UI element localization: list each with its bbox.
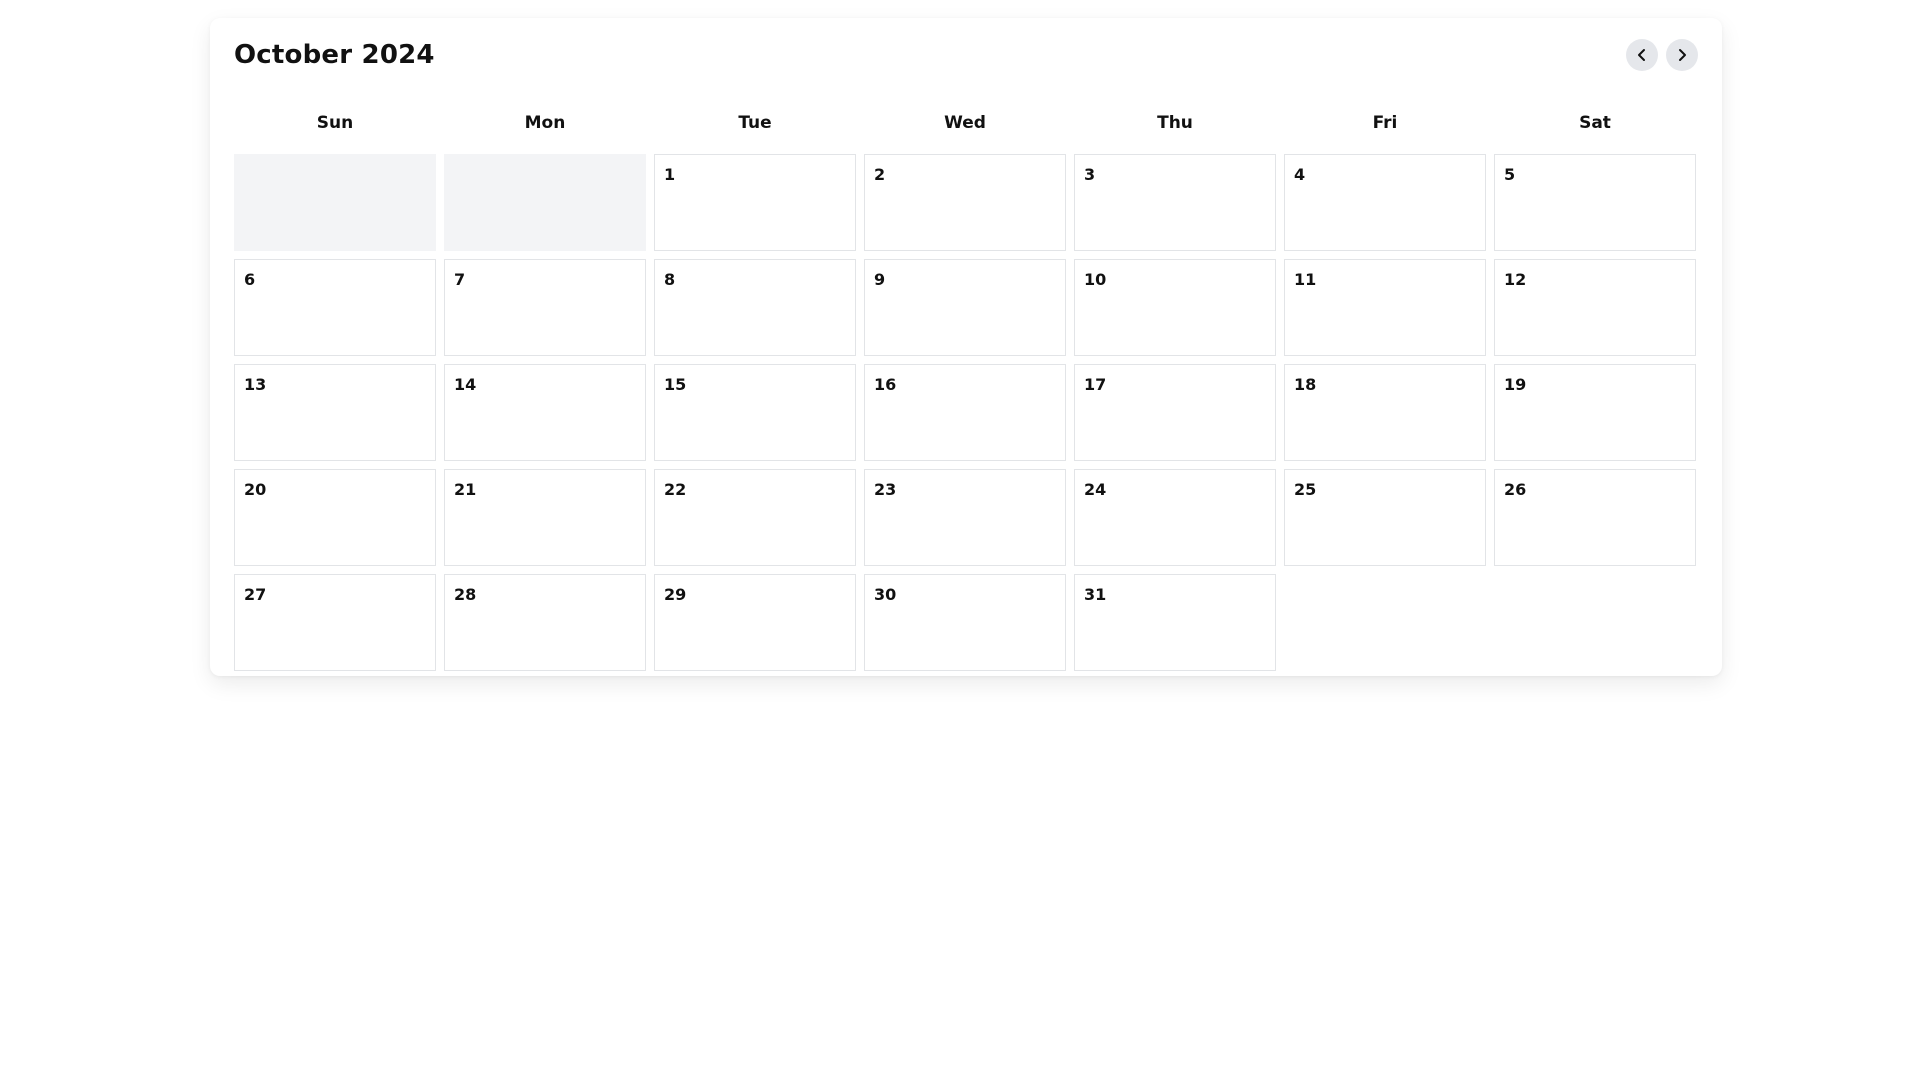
day-cell[interactable]: 25 <box>1284 469 1486 566</box>
day-cell[interactable]: 23 <box>864 469 1066 566</box>
day-number: 15 <box>664 375 687 394</box>
day-cell[interactable]: 12 <box>1494 259 1696 356</box>
day-cell[interactable]: 14 <box>444 364 646 461</box>
day-number: 10 <box>1084 270 1107 289</box>
day-cell[interactable]: 6 <box>234 259 436 356</box>
day-cell[interactable]: 4 <box>1284 154 1486 251</box>
weekday-header-row: Sun Mon Tue Wed Thu Fri Sat <box>234 92 1698 154</box>
day-cell[interactable]: 18 <box>1284 364 1486 461</box>
day-cell[interactable]: 21 <box>444 469 646 566</box>
day-cell[interactable]: 19 <box>1494 364 1696 461</box>
chevron-left-icon <box>1635 48 1649 62</box>
day-number: 14 <box>454 375 477 394</box>
day-cell[interactable]: 24 <box>1074 469 1276 566</box>
day-cell[interactable]: 28 <box>444 574 646 671</box>
day-cell[interactable]: 10 <box>1074 259 1276 356</box>
day-cell[interactable]: 16 <box>864 364 1066 461</box>
weekday-label: Sun <box>316 113 354 133</box>
day-number: 17 <box>1084 375 1107 394</box>
empty-day-cell <box>444 154 646 251</box>
day-cell[interactable]: 26 <box>1494 469 1696 566</box>
day-cell[interactable]: 31 <box>1074 574 1276 671</box>
day-number: 9 <box>874 270 886 289</box>
day-cell[interactable]: 15 <box>654 364 856 461</box>
day-number: 3 <box>1084 165 1096 184</box>
day-cell[interactable]: 1 <box>654 154 856 251</box>
day-number: 5 <box>1504 165 1516 184</box>
day-number: 26 <box>1504 480 1527 499</box>
day-number: 25 <box>1294 480 1317 499</box>
day-cell[interactable]: 9 <box>864 259 1066 356</box>
day-cell[interactable]: 30 <box>864 574 1066 671</box>
day-cell[interactable]: 27 <box>234 574 436 671</box>
day-cell[interactable]: 3 <box>1074 154 1276 251</box>
calendar-card: October 2024 Sun Mon Tue Wed Thu Fri Sat… <box>210 18 1722 676</box>
day-cell[interactable]: 17 <box>1074 364 1276 461</box>
weekday-label: Mon <box>524 113 566 133</box>
day-number: 21 <box>454 480 477 499</box>
day-number: 16 <box>874 375 897 394</box>
month-navigation <box>1626 39 1698 71</box>
day-number: 22 <box>664 480 687 499</box>
day-grid: 1 2 3 4 5 6 7 8 9 10 11 12 13 14 15 16 17 18 19 20 21 22 23 24 2… <box>234 154 1698 671</box>
previous-month-button[interactable] <box>1626 39 1658 71</box>
day-cell[interactable]: 2 <box>864 154 1066 251</box>
weekday-label: Tue <box>738 113 772 133</box>
day-number: 18 <box>1294 375 1317 394</box>
day-cell[interactable]: 5 <box>1494 154 1696 251</box>
day-number: 23 <box>874 480 897 499</box>
day-cell[interactable]: 7 <box>444 259 646 356</box>
day-number: 29 <box>664 585 687 604</box>
day-number: 4 <box>1294 165 1306 184</box>
weekday-label: Sat <box>1579 113 1611 133</box>
weekday-label: Wed <box>944 113 986 133</box>
day-cell[interactable]: 29 <box>654 574 856 671</box>
calendar-header: October 2024 <box>234 18 1698 92</box>
next-month-button[interactable] <box>1666 39 1698 71</box>
day-number: 30 <box>874 585 897 604</box>
day-number: 28 <box>454 585 477 604</box>
day-cell[interactable]: 13 <box>234 364 436 461</box>
chevron-right-icon <box>1675 48 1689 62</box>
day-number: 27 <box>244 585 267 604</box>
day-number: 2 <box>874 165 886 184</box>
day-number: 7 <box>454 270 466 289</box>
day-cell[interactable]: 8 <box>654 259 856 356</box>
weekday-label: Fri <box>1372 113 1398 133</box>
day-cell[interactable]: 20 <box>234 469 436 566</box>
day-number: 13 <box>244 375 267 394</box>
empty-day-cell <box>234 154 436 251</box>
weekday-label: Thu <box>1157 113 1193 133</box>
day-number: 6 <box>244 270 256 289</box>
day-number: 20 <box>244 480 267 499</box>
day-number: 31 <box>1084 585 1107 604</box>
day-number: 1 <box>664 165 676 184</box>
day-number: 19 <box>1504 375 1527 394</box>
day-cell[interactable]: 11 <box>1284 259 1486 356</box>
day-cell[interactable]: 22 <box>654 469 856 566</box>
day-number: 24 <box>1084 480 1107 499</box>
day-number: 12 <box>1504 270 1527 289</box>
day-number: 8 <box>664 270 676 289</box>
day-number: 11 <box>1294 270 1317 289</box>
month-title: October 2024 <box>234 40 435 70</box>
